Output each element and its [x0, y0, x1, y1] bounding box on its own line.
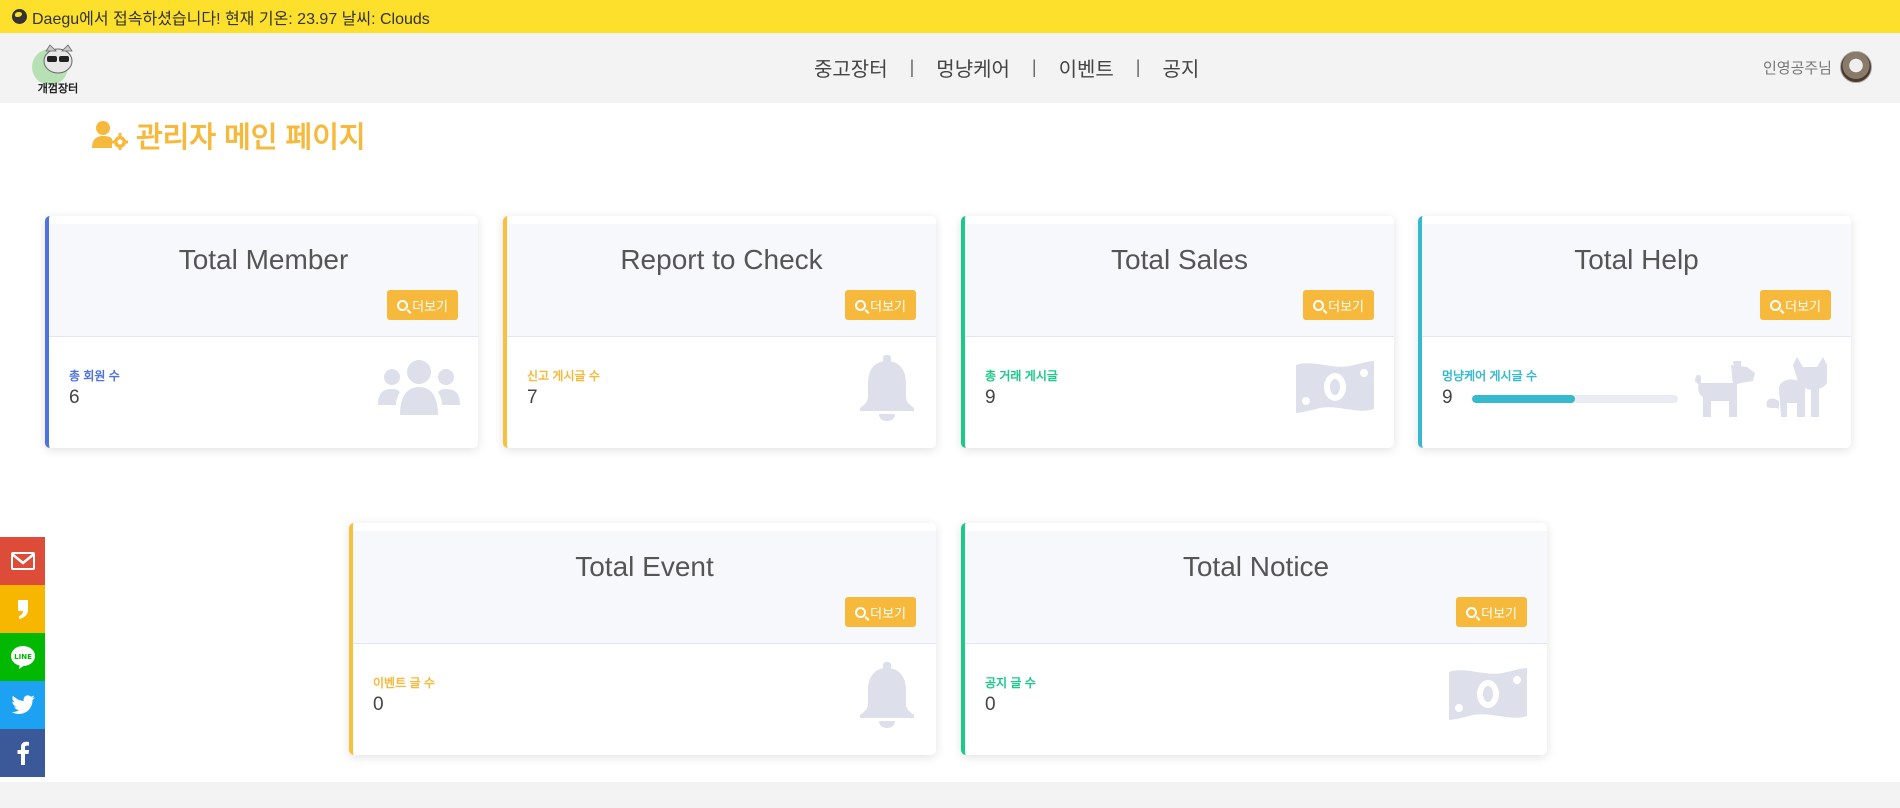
money-bill-icon — [1296, 361, 1374, 413]
card-label: 공지 글 수 — [985, 676, 1036, 690]
search-plus-icon — [1466, 606, 1478, 618]
search-plus-icon — [855, 606, 867, 618]
bell-icon — [860, 355, 914, 421]
search-plus-icon — [1313, 299, 1325, 311]
gmail-icon — [10, 552, 35, 570]
logo-text: 개껌장터 — [38, 81, 78, 95]
share-line-button[interactable]: LINE — [0, 633, 45, 681]
share-kakao-button[interactable] — [0, 585, 45, 633]
twitter-icon — [11, 695, 35, 714]
globe-icon — [12, 9, 27, 24]
card-title: Total Notice — [1182, 551, 1330, 582]
card-header: Total Event 더보기 — [353, 523, 936, 644]
card-label: 신고 게시글 수 — [527, 369, 600, 383]
card-label: 총 회원 수 — [69, 369, 120, 383]
card-body: 총 회원 수 6 — [49, 337, 478, 448]
bell-icon — [860, 662, 914, 728]
card-header: Report to Check 더보기 — [507, 216, 936, 337]
more-button-label: 더보기 — [1481, 605, 1517, 621]
nav-item-event[interactable]: 이벤트 — [1059, 53, 1114, 82]
card-title: Total Event — [575, 551, 714, 582]
more-button-label: 더보기 — [870, 298, 906, 314]
card-title: Total Member — [178, 244, 349, 275]
line-icon: LINE — [10, 646, 35, 669]
card-value: 6 — [69, 387, 80, 408]
card-total-help: Total Help 더보기 멍냥케어 게시글 수 9 — [1418, 216, 1851, 448]
card-total-event: Total Event 더보기 이벤트 글 수 0 — [349, 523, 936, 755]
line-icon-text: LINE — [14, 653, 32, 661]
card-title: Report to Check — [620, 244, 823, 275]
navbar: 개껌장터 중고장터 | 멍냥케어 | 이벤트 | 공지 인영공주님 — [0, 33, 1900, 103]
more-button[interactable]: 더보기 — [1303, 290, 1374, 320]
more-button[interactable]: 더보기 — [845, 290, 916, 320]
card-label: 총 거래 게시글 — [985, 369, 1058, 383]
card-title: Total Help — [1574, 244, 1699, 275]
card-label: 멍냥케어 게시글 수 — [1442, 369, 1537, 383]
more-button-label: 더보기 — [1785, 298, 1821, 314]
more-button-label: 더보기 — [870, 605, 906, 621]
card-total-notice: Total Notice 더보기 공지 글 수 0 — [961, 523, 1547, 755]
weather-bar: Daegu에서 접속하셨습니다! 현재 기온: 23.97 날씨: Clouds — [0, 0, 1900, 33]
more-button[interactable]: 더보기 — [1760, 290, 1831, 320]
share-twitter-button[interactable] — [0, 681, 45, 729]
card-total-member: Total Member 더보기 총 회원 수 6 — [45, 216, 478, 448]
logo[interactable]: 개껌장터 — [28, 37, 88, 97]
search-plus-icon — [397, 299, 409, 311]
card-value: 9 — [1442, 387, 1453, 408]
user-name[interactable]: 인영공주님 — [1763, 57, 1832, 78]
nav-item-market[interactable]: 중고장터 — [814, 53, 888, 82]
card-value: 0 — [985, 694, 996, 715]
card-body: 멍냥케어 게시글 수 9 — [1422, 337, 1851, 448]
card-label: 이벤트 글 수 — [373, 676, 435, 690]
weather-text: Daegu에서 접속하셨습니다! 현재 기온: 23.97 날씨: Clouds — [32, 10, 430, 28]
user-cog-icon — [92, 121, 128, 150]
card-value: 0 — [373, 694, 384, 715]
page-title: 관리자 메인 페이지 — [92, 114, 366, 156]
card-value: 9 — [985, 387, 996, 408]
card-total-sales: Total Sales 더보기 총 거래 게시글 9 — [961, 216, 1394, 448]
more-button[interactable]: 더보기 — [1456, 597, 1527, 627]
search-plus-icon — [855, 299, 867, 311]
footer — [0, 782, 1900, 808]
card-header: Total Sales 더보기 — [965, 216, 1394, 337]
user-menu[interactable]: 인영공주님 — [1763, 51, 1872, 83]
progress-fill — [1472, 395, 1575, 403]
nav-item-petcare[interactable]: 멍냥케어 — [936, 53, 1010, 82]
money-bill-icon — [1449, 668, 1527, 720]
card-value: 7 — [527, 387, 538, 408]
share-facebook-button[interactable] — [0, 729, 45, 777]
progress-bar — [1472, 395, 1678, 403]
nav-separator: | — [1031, 57, 1037, 77]
nav-separator: | — [909, 57, 915, 77]
card-header: Total Notice 더보기 — [965, 523, 1547, 644]
card-report-to-check: Report to Check 더보기 신고 게시글 수 7 — [503, 216, 936, 448]
avatar[interactable] — [1840, 51, 1872, 83]
card-body: 이벤트 글 수 0 — [353, 644, 936, 755]
page-title-text: 관리자 메인 페이지 — [136, 122, 366, 154]
nav-item-notice[interactable]: 공지 — [1162, 53, 1199, 82]
card-header: Total Help 더보기 — [1422, 216, 1851, 337]
users-icon — [378, 360, 460, 415]
more-button-label: 더보기 — [412, 298, 448, 314]
card-body: 신고 게시글 수 7 — [507, 337, 936, 448]
card-title: Total Sales — [1111, 244, 1248, 275]
kakao-icon — [17, 600, 28, 619]
main-menu: 중고장터 | 멍냥케어 | 이벤트 | 공지 — [814, 53, 1199, 82]
share-gmail-button[interactable] — [0, 537, 45, 585]
more-button[interactable]: 더보기 — [387, 290, 458, 320]
facebook-icon — [17, 741, 29, 765]
card-body: 총 거래 게시글 9 — [965, 337, 1394, 448]
dog-cat-icon — [1695, 357, 1827, 417]
card-header: Total Member 더보기 — [49, 216, 478, 337]
nav-separator: | — [1135, 57, 1141, 77]
search-plus-icon — [1770, 299, 1782, 311]
more-button-label: 더보기 — [1328, 298, 1364, 314]
more-button[interactable]: 더보기 — [845, 597, 916, 627]
card-body: 공지 글 수 0 — [965, 644, 1547, 755]
